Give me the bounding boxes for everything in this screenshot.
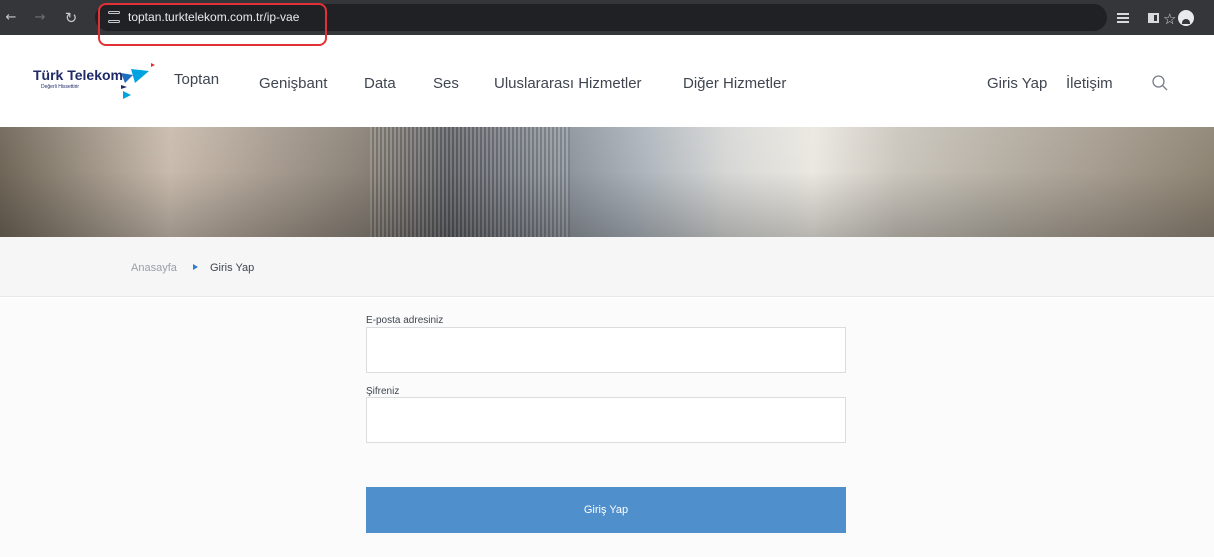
forward-button[interactable]: → <box>30 0 50 35</box>
breadcrumb-separator-icon <box>193 264 198 270</box>
nav-genisbant[interactable]: Genişbant <box>259 75 327 92</box>
nav-diger-hizmetler[interactable]: Diğer Hizmetler <box>683 75 786 92</box>
breadcrumb-home[interactable]: Anasayfa <box>131 262 177 274</box>
email-label: E-posta adresiniz <box>366 315 444 326</box>
site-header: Türk Telekom Değerli Hissettirir Toptan … <box>0 35 1214 127</box>
url-text[interactable]: toptan.turktelekom.com.tr/ip-vae <box>128 10 299 24</box>
address-bar[interactable]: toptan.turktelekom.com.tr/ip-vae ☆ <box>95 4 1176 31</box>
site-settings-icon[interactable] <box>108 11 120 23</box>
nav-login[interactable]: Giris Yap <box>987 75 1047 92</box>
side-panel-icon[interactable] <box>1145 0 1161 35</box>
nav-data[interactable]: Data <box>364 75 396 92</box>
logo-brand: Türk Telekom <box>33 67 123 83</box>
profile-icon[interactable] <box>1175 0 1197 35</box>
search-icon[interactable] <box>1151 74 1169 92</box>
nav-uluslararasi-hizmetler[interactable]: Uluslararası Hizmetler <box>494 75 642 92</box>
back-button[interactable]: ← <box>0 0 22 35</box>
logo-arrow-icon <box>121 63 155 99</box>
password-label: Şifreniz <box>366 386 400 397</box>
reload-icon: ↻ <box>64 8 78 27</box>
arrow-right-icon: → <box>34 10 46 25</box>
password-field[interactable] <box>366 397 846 443</box>
logo-toptan[interactable]: Toptan <box>174 71 219 88</box>
logo-slogan: Değerli Hissettirir <box>41 84 80 90</box>
breadcrumb-current: Giris Yap <box>210 262 255 274</box>
reading-list-icon[interactable] <box>1114 0 1132 35</box>
logo[interactable]: Türk Telekom Değerli Hissettirir <box>33 63 161 107</box>
breadcrumb: Anasayfa Giris Yap <box>0 237 1214 297</box>
email-field[interactable] <box>366 327 846 373</box>
reload-button[interactable]: ↻ <box>58 0 84 35</box>
arrow-left-icon: ← <box>5 10 17 25</box>
nav-contact[interactable]: İletişim <box>1066 75 1113 92</box>
nav-ses[interactable]: Ses <box>433 75 459 92</box>
browser-toolbar: ← → ↻ toptan.turktelekom.com.tr/ip-vae ☆ <box>0 0 1214 35</box>
login-button[interactable]: Giriş Yap <box>366 487 846 533</box>
hero-banner-image <box>0 127 1214 237</box>
